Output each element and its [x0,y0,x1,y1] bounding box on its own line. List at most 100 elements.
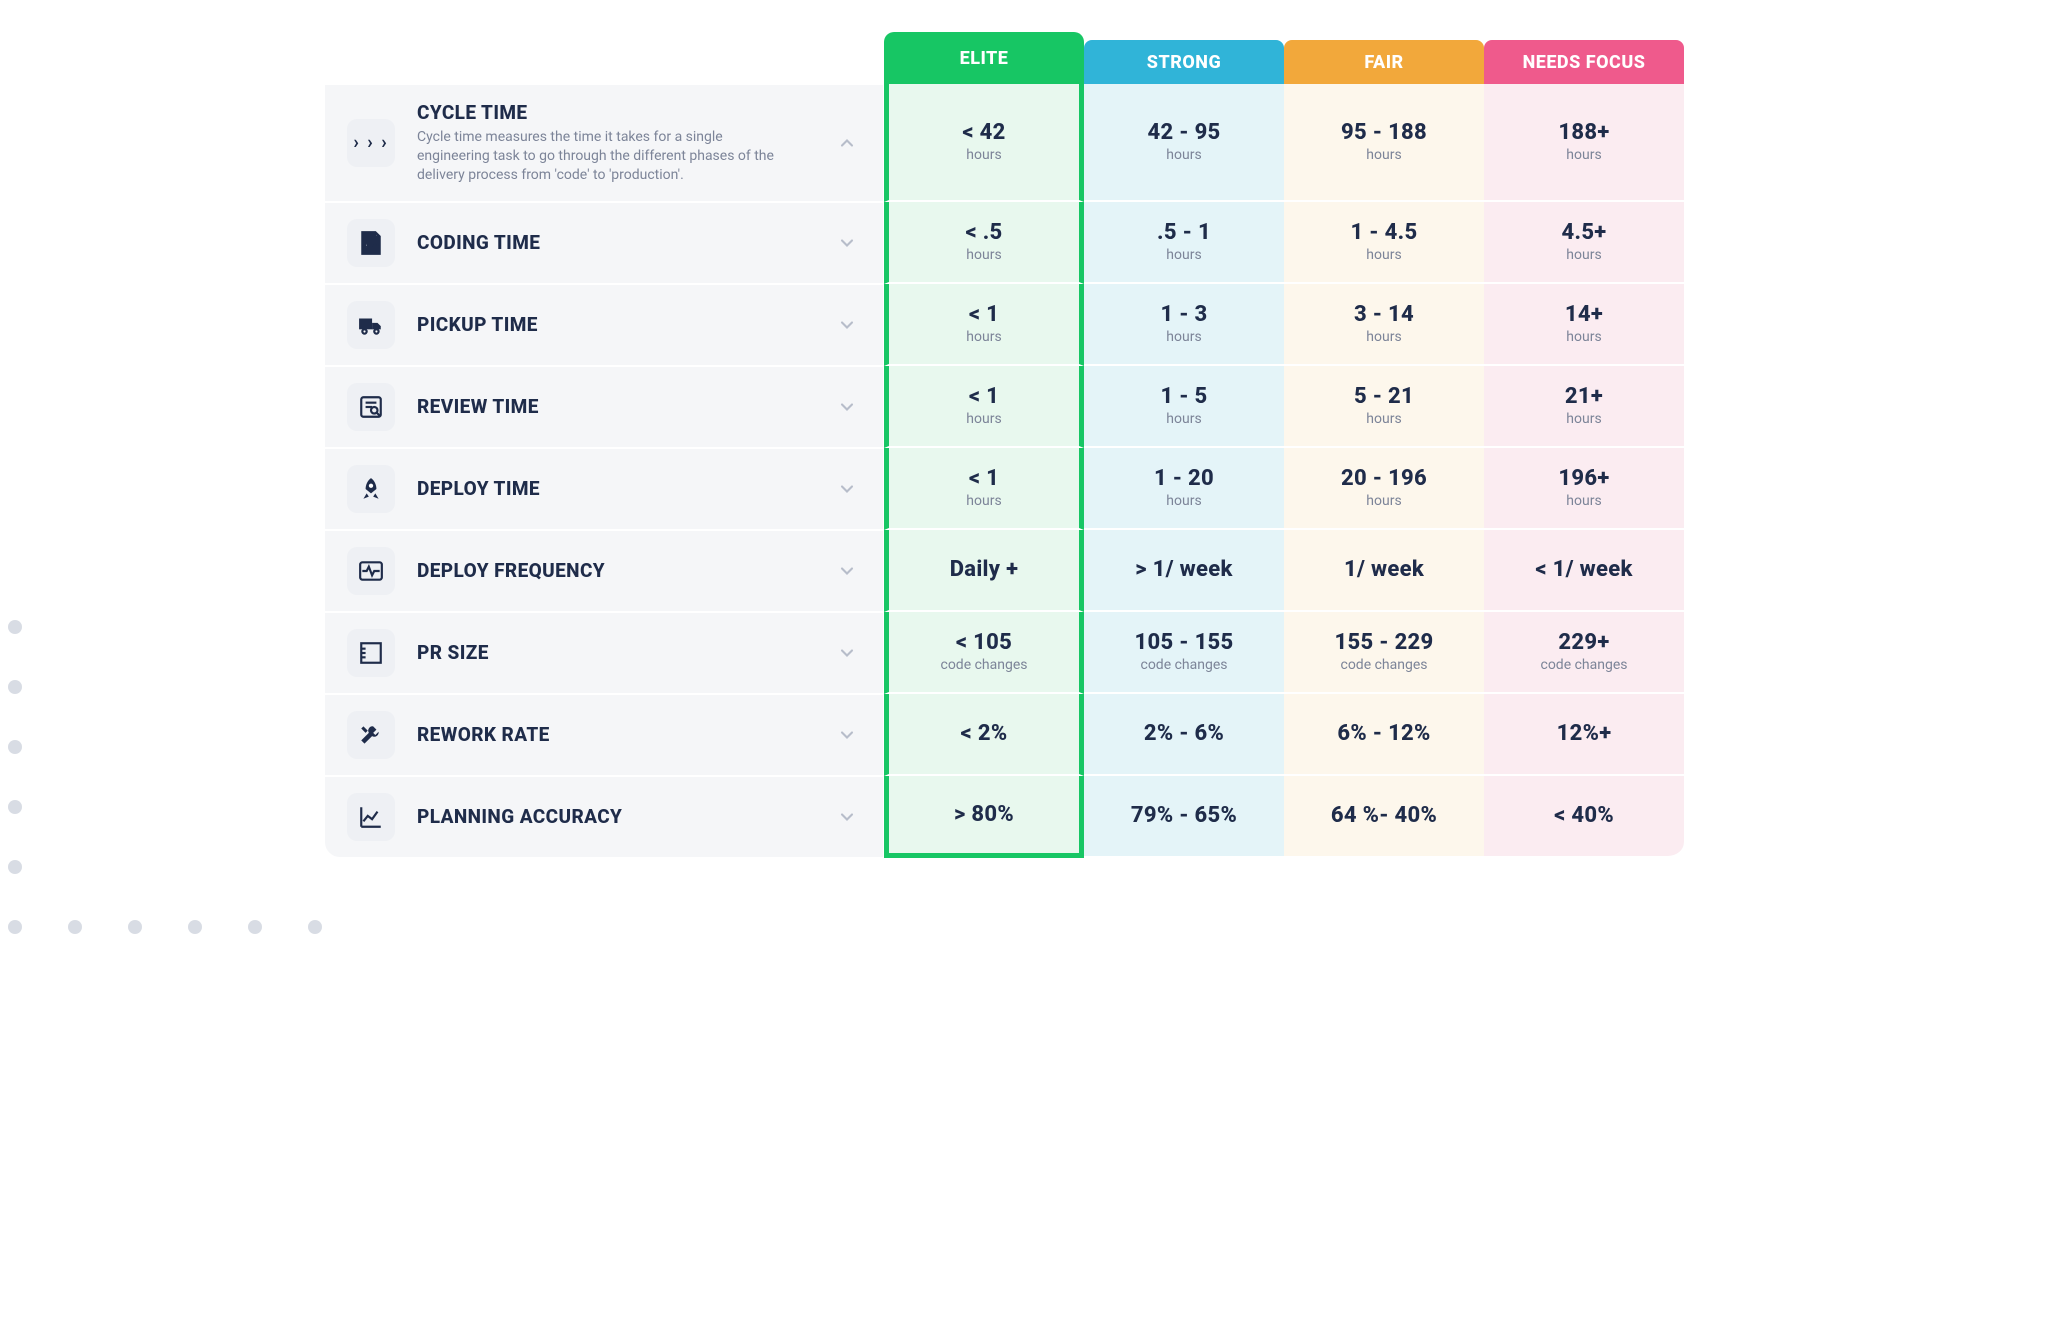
metric-row-planning-accuracy[interactable]: PLANNING ACCURACY [324,776,884,858]
cell-unit: hours [1166,329,1201,345]
cell-coding-time-strong: .5 - 1hours [1084,202,1284,284]
benchmarks-table: ELITE STRONG FAIR NEEDS FOCUS › › ›CYCLE… [324,40,1684,858]
cell-deploy-frequency-focus: < 1/ week [1484,530,1684,612]
cell-unit: hours [1566,147,1601,163]
cell-unit: hours [1566,329,1601,345]
cell-unit: code changes [1140,657,1227,673]
cell-deploy-time-fair: 20 - 196 hours [1284,448,1484,530]
cell-pr-size-focus: 229+code changes [1484,612,1684,694]
cell-value: > 80% [954,802,1014,827]
cell-unit: code changes [1340,657,1427,673]
cell-unit: hours [966,247,1001,263]
truck-icon [347,301,395,349]
cell-value: < 1 [969,466,999,491]
cell-value: 105 - 155 [1134,630,1233,655]
cell-value: 95 - 188 [1341,120,1427,145]
cell-unit: hours [966,493,1001,509]
rocket-icon [347,465,395,513]
cell-pr-size-fair: 155 - 229 code changes [1284,612,1484,694]
cell-deploy-time-strong: 1 - 20hours [1084,448,1284,530]
cell-value: 20 - 196 [1341,466,1427,491]
pulse-icon [347,547,395,595]
cell-review-time-elite: < 1hours [884,366,1084,448]
cell-value: 6% - 12% [1337,721,1430,746]
cell-rework-rate-elite: < 2% [884,694,1084,776]
cell-value: 1 - 5 [1160,384,1207,409]
metric-title: PR SIZE [417,641,811,664]
cell-value: 3 - 14 [1354,302,1414,327]
cell-pickup-time-strong: 1 - 3 hours [1084,284,1284,366]
cell-value: 1 - 3 [1160,302,1207,327]
cell-coding-time-elite: < .5hours [884,202,1084,284]
metric-row-review-time[interactable]: REVIEW TIME [324,366,884,448]
metric-row-deploy-frequency[interactable]: DEPLOY FREQUENCY [324,530,884,612]
tools-icon [347,711,395,759]
cell-deploy-time-elite: < 1 hours [884,448,1084,530]
cell-unit: hours [1366,247,1401,263]
cell-coding-time-focus: 4.5+ hours [1484,202,1684,284]
metric-row-coding-time[interactable]: CODING TIME [324,202,884,284]
cell-value: < 1 [969,384,999,409]
cycle-icon: › › › [347,119,395,167]
chevron-down-icon[interactable] [833,557,861,585]
chevron-down-icon[interactable] [833,393,861,421]
cell-unit: hours [1166,411,1201,427]
metric-description: Cycle time measures the time it takes fo… [417,128,797,185]
chevron-down-icon[interactable] [833,803,861,831]
cell-value: 155 - 229 [1334,630,1433,655]
header-fair: FAIR [1284,40,1484,84]
cell-value: 21+ [1565,384,1603,409]
header-needs-focus: NEEDS FOCUS [1484,40,1684,84]
metric-title: CODING TIME [417,231,811,254]
cell-planning-accuracy-fair: 64 %- 40% [1284,776,1484,858]
cell-value: 14+ [1565,302,1603,327]
chevron-down-icon[interactable] [833,721,861,749]
cell-unit: hours [1366,493,1401,509]
cell-cycle-time-fair: 95 - 188hours [1284,84,1484,202]
chevron-down-icon[interactable] [833,311,861,339]
cell-rework-rate-focus: 12%+ [1484,694,1684,776]
header-corner [324,40,884,84]
metric-row-pr-size[interactable]: PR SIZE [324,612,884,694]
metric-title: PLANNING ACCURACY [417,805,811,828]
cell-value: < 42 [962,120,1005,145]
review-icon [347,383,395,431]
cell-value: 4.5+ [1562,220,1607,245]
cell-unit: code changes [940,657,1027,673]
cell-rework-rate-strong: 2% - 6% [1084,694,1284,776]
cell-value: 196+ [1558,466,1609,491]
cell-value: 188+ [1558,120,1609,145]
cell-unit: hours [1566,247,1601,263]
cell-deploy-time-focus: 196+hours [1484,448,1684,530]
cell-value: 42 - 95 [1147,120,1220,145]
cell-deploy-frequency-fair: 1/ week [1284,530,1484,612]
header-strong: STRONG [1084,40,1284,84]
chevron-up-icon[interactable] [833,129,861,157]
chevron-down-icon[interactable] [833,639,861,667]
cell-planning-accuracy-elite: > 80% [884,776,1084,858]
cell-value: 1/ week [1344,557,1424,582]
metric-row-deploy-time[interactable]: DEPLOY TIME [324,448,884,530]
header-elite: ELITE [884,32,1084,84]
cell-unit: hours [1166,147,1201,163]
metric-row-rework-rate[interactable]: REWORK RATE [324,694,884,776]
cell-rework-rate-fair: 6% - 12% [1284,694,1484,776]
metric-row-pickup-time[interactable]: PICKUP TIME [324,284,884,366]
cell-value: Daily + [950,557,1019,582]
code-file-icon [347,219,395,267]
cell-value: > 1/ week [1135,557,1232,582]
cell-cycle-time-focus: 188+ hours [1484,84,1684,202]
chevron-down-icon[interactable] [833,475,861,503]
cell-pr-size-elite: < 105code changes [884,612,1084,694]
cell-value: < 1 [969,302,999,327]
cell-value: < 40% [1554,803,1614,828]
cell-value: < 1/ week [1535,557,1632,582]
metric-row-cycle-time[interactable]: › › ›CYCLE TIMECycle time measures the t… [324,84,884,202]
metric-title: PICKUP TIME [417,313,811,336]
cell-pickup-time-focus: 14+ hours [1484,284,1684,366]
cell-value: 12%+ [1557,721,1612,746]
cell-unit: code changes [1540,657,1627,673]
chevron-down-icon[interactable] [833,229,861,257]
metric-title: DEPLOY TIME [417,477,811,500]
cell-cycle-time-elite: < 42hours [884,84,1084,202]
